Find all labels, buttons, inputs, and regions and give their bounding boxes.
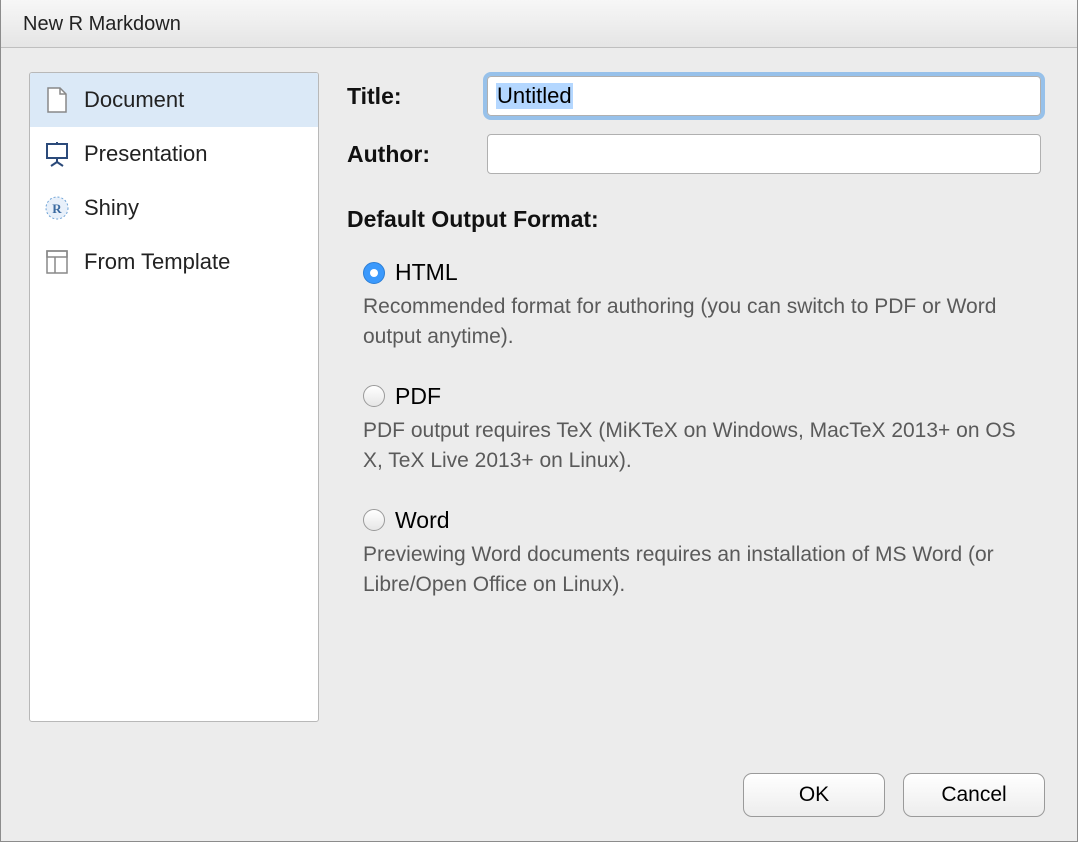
radio-button-html[interactable]: [363, 262, 385, 284]
radio-desc-pdf: PDF output requires TeX (MiKTeX on Windo…: [363, 416, 1041, 477]
new-rmarkdown-dialog: New R Markdown Document: [0, 0, 1078, 842]
dialog-title: New R Markdown: [23, 13, 181, 35]
shiny-icon: R: [44, 195, 70, 221]
author-label: Author:: [347, 141, 487, 168]
template-icon: [44, 249, 70, 275]
radio-button-pdf[interactable]: [363, 385, 385, 407]
sidebar-item-label: From Template: [84, 249, 230, 275]
main-panel: Title: Untitled Author: Default Output F…: [347, 72, 1049, 722]
radio-label-word: Word: [395, 507, 450, 534]
format-heading: Default Output Format:: [347, 206, 1041, 233]
sidebar-item-shiny[interactable]: R Shiny: [30, 181, 318, 235]
radio-desc-word: Previewing Word documents requires an in…: [363, 540, 1041, 601]
radio-row-html[interactable]: HTML: [363, 259, 1041, 286]
sidebar: Document Presentation: [29, 72, 319, 722]
radio-option-word: Word Previewing Word documents requires …: [347, 507, 1041, 601]
radio-button-word[interactable]: [363, 509, 385, 531]
radio-row-word[interactable]: Word: [363, 507, 1041, 534]
sidebar-item-label: Presentation: [84, 141, 208, 167]
ok-button[interactable]: OK: [743, 773, 885, 817]
radio-label-pdf: PDF: [395, 383, 441, 410]
sidebar-item-label: Shiny: [84, 195, 139, 221]
title-input-value: Untitled: [496, 83, 573, 109]
title-input[interactable]: Untitled: [487, 76, 1041, 116]
svg-text:R: R: [52, 201, 62, 216]
radio-label-html: HTML: [395, 259, 458, 286]
author-input[interactable]: [487, 134, 1041, 174]
radio-desc-html: Recommended format for authoring (you ca…: [363, 292, 1041, 353]
dialog-titlebar: New R Markdown: [1, 0, 1077, 48]
document-icon: [44, 87, 70, 113]
sidebar-item-document[interactable]: Document: [30, 73, 318, 127]
presentation-icon: [44, 141, 70, 167]
sidebar-item-label: Document: [84, 87, 184, 113]
title-label: Title:: [347, 83, 487, 110]
title-row: Title: Untitled: [347, 76, 1041, 116]
radio-row-pdf[interactable]: PDF: [363, 383, 1041, 410]
sidebar-item-presentation[interactable]: Presentation: [30, 127, 318, 181]
author-row: Author:: [347, 134, 1041, 174]
cancel-button[interactable]: Cancel: [903, 773, 1045, 817]
radio-option-html: HTML Recommended format for authoring (y…: [347, 259, 1041, 353]
dialog-content: Document Presentation: [1, 48, 1077, 732]
sidebar-item-from-template[interactable]: From Template: [30, 235, 318, 289]
radio-option-pdf: PDF PDF output requires TeX (MiKTeX on W…: [347, 383, 1041, 477]
dialog-footer: OK Cancel: [743, 773, 1045, 817]
